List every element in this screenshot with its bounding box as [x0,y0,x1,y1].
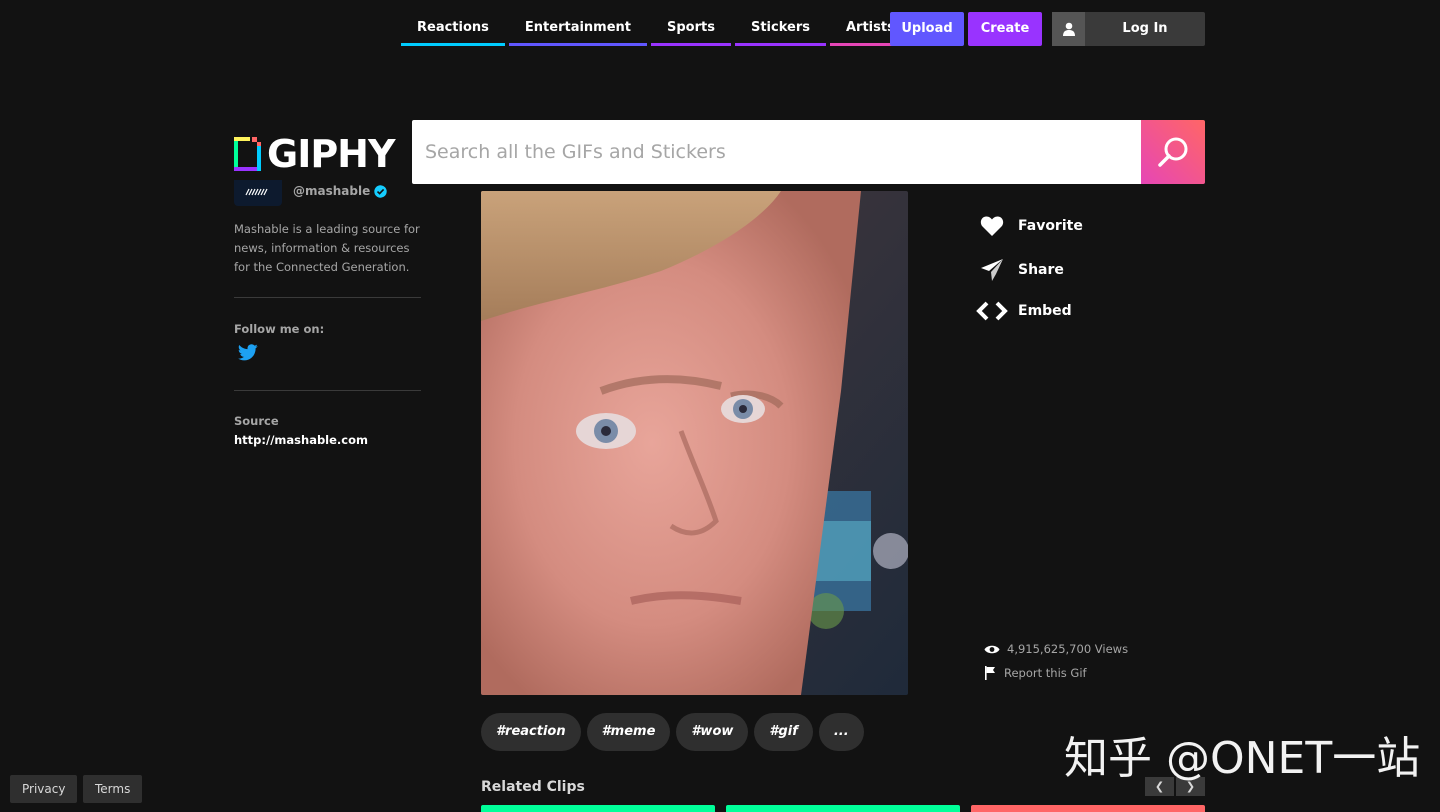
tag-list: #reaction #meme #wow #gif ... [481,713,864,751]
nav-entertainment[interactable]: Entertainment [508,12,648,46]
nav-label: Artists [846,20,895,35]
related-clips-title: Related Clips [481,779,585,795]
search-bar [412,120,1205,184]
twitter-icon[interactable] [238,344,258,365]
avatar[interactable] [234,180,282,206]
nav-stickers[interactable]: Stickers [734,12,826,46]
nav-underline [734,43,826,46]
favorite-button[interactable]: Favorite [976,215,1083,237]
views-text: 4,915,625,700 Views [1007,642,1129,656]
verified-icon [374,184,387,198]
nav-label: Entertainment [524,20,632,35]
user-icon [1052,12,1085,46]
giphy-logo[interactable]: GIPHY [234,132,395,176]
giphy-logo-icon [234,137,261,171]
nav-label: Reactions [417,20,489,35]
related-clip[interactable] [481,805,715,812]
embed-label: Embed [1018,303,1072,319]
favorite-label: Favorite [1018,218,1083,234]
nav-label: Stickers [750,20,810,35]
share-button[interactable]: Share [976,258,1064,282]
login-button[interactable]: Log In [1052,12,1205,46]
eye-icon [984,645,1000,653]
login-label: Log In [1122,21,1168,36]
gif-image[interactable] [481,191,908,695]
channel-bio: Mashable is a leading source for news, i… [234,222,420,274]
follow-label: Follow me on: [234,322,325,336]
paper-plane-icon [976,258,1008,282]
source-link[interactable]: http://mashable.com [234,433,368,447]
create-button[interactable]: Create [968,12,1042,46]
nav-underline [401,43,505,46]
nav-underline [508,43,648,46]
search-button[interactable] [1141,120,1205,184]
heart-icon [976,215,1008,237]
nav-reactions[interactable]: Reactions [401,12,505,46]
tag-pill[interactable]: #meme [586,713,671,751]
tag-pill[interactable]: #wow [676,713,749,751]
report-button[interactable]: Report this Gif [984,666,1087,680]
more-tags-button[interactable]: ... [818,713,864,751]
logo-text: GIPHY [267,132,395,176]
top-nav: Reactions Entertainment Sports Stickers … [401,12,951,46]
related-clip[interactable] [971,805,1205,812]
search-input[interactable] [412,120,1141,184]
tag-pill[interactable]: #reaction [481,713,581,751]
embed-button[interactable]: Embed [976,301,1072,321]
tag-pill[interactable]: #gif [754,713,813,751]
view-count: 4,915,625,700 Views [984,642,1128,656]
code-icon [976,301,1008,321]
search-icon [1158,137,1188,167]
flag-icon [985,666,995,680]
handle-text: @mashable [293,184,371,198]
nav-label: Sports [667,20,715,35]
divider [234,390,421,391]
source-label: Source [234,414,279,428]
privacy-link[interactable]: Privacy [10,775,78,803]
share-label: Share [1018,262,1064,278]
nav-sports[interactable]: Sports [651,12,731,46]
upload-button[interactable]: Upload [890,12,964,46]
terms-link[interactable]: Terms [83,775,143,803]
divider [234,297,421,298]
channel-handle[interactable]: @mashable [293,184,387,198]
related-clip[interactable] [726,805,960,812]
watermark: 知乎 @ONET一站 [1064,733,1421,784]
nav-underline [651,43,731,46]
report-text: Report this Gif [1004,666,1087,680]
